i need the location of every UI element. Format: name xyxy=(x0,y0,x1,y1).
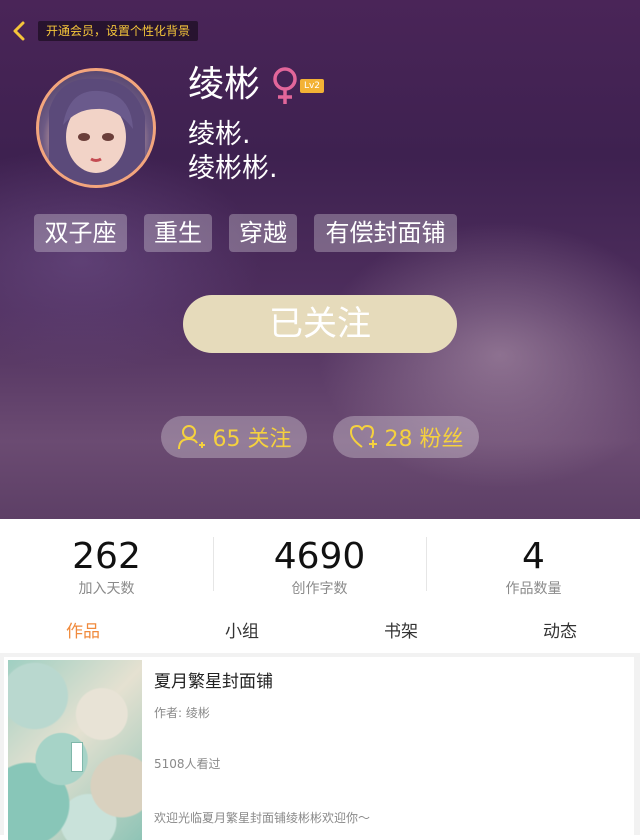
avatar[interactable] xyxy=(36,68,156,188)
work-author: 作者: 绫彬 xyxy=(154,706,210,720)
vip-background-banner[interactable]: 开通会员，设置个性化背景 xyxy=(38,21,199,41)
work-title[interactable]: 夏月繁星封面铺 xyxy=(154,667,273,692)
stat-works-count: 4 作品数量 xyxy=(427,519,640,611)
stats-bar: 262 加入天数 4690 创作字数 4 作品数量 xyxy=(0,519,640,611)
tab-activity[interactable]: 动态 xyxy=(480,611,640,653)
stat-value: 262 xyxy=(72,536,141,577)
bio-line: 绫彬. xyxy=(188,119,251,150)
fans-count: 28 粉丝 xyxy=(384,427,464,452)
following-count: 65 关注 xyxy=(212,427,292,452)
avatar-illustration xyxy=(49,78,145,185)
fans-count-button[interactable]: 28 粉丝 xyxy=(333,416,479,458)
book-cover[interactable] xyxy=(8,660,142,840)
user-add-icon xyxy=(177,425,205,450)
follow-button[interactable]: 已关注 xyxy=(183,295,457,353)
tab-bookshelf[interactable]: 书架 xyxy=(321,611,481,653)
stat-label: 作品数量 xyxy=(505,581,562,597)
chevron-left-icon xyxy=(13,21,25,41)
tab-works[interactable]: 作品 xyxy=(3,611,163,653)
back-button[interactable] xyxy=(8,20,30,42)
following-count-button[interactable]: 65 关注 xyxy=(161,416,307,458)
stat-words-written: 4690 创作字数 xyxy=(213,519,426,611)
stat-value: 4690 xyxy=(273,536,366,577)
tag[interactable]: 双子座 xyxy=(34,214,127,252)
tab-groups[interactable]: 小组 xyxy=(162,611,322,653)
bio: 绫彬. 绫彬彬. xyxy=(188,118,278,186)
stat-days-joined: 262 加入天数 xyxy=(0,519,213,611)
work-description: 欢迎光临夏月繁星封面铺绫彬彬欢迎你～ xyxy=(154,811,371,825)
works-list: 夏月繁星封面铺 作者: 绫彬 5108人看过 欢迎光临夏月繁星封面铺绫彬彬欢迎你… xyxy=(0,653,640,840)
female-icon xyxy=(273,67,297,104)
heart-add-icon xyxy=(349,424,377,448)
tag[interactable]: 有偿封面铺 xyxy=(314,214,457,252)
tag[interactable]: 重生 xyxy=(144,214,212,252)
stat-label: 加入天数 xyxy=(78,581,135,597)
stat-label: 创作字数 xyxy=(291,581,348,597)
cover-title-label xyxy=(71,742,83,772)
bio-line: 绫彬彬. xyxy=(188,153,278,184)
tag[interactable]: 穿越 xyxy=(229,214,297,252)
profile-header: 开通会员，设置个性化背景 绫彬 Lv2 绫彬. 绫彬彬. 双子座 重生 穿越 有… xyxy=(0,0,640,519)
level-badge: Lv2 xyxy=(300,79,324,93)
username: 绫彬 xyxy=(188,64,261,105)
stat-value: 4 xyxy=(522,536,545,577)
profile-tabs: 作品 小组 书架 动态 xyxy=(0,611,640,653)
work-views: 5108人看过 xyxy=(154,757,221,771)
list-item[interactable]: 夏月繁星封面铺 作者: 绫彬 5108人看过 欢迎光临夏月繁星封面铺绫彬彬欢迎你… xyxy=(4,657,634,840)
